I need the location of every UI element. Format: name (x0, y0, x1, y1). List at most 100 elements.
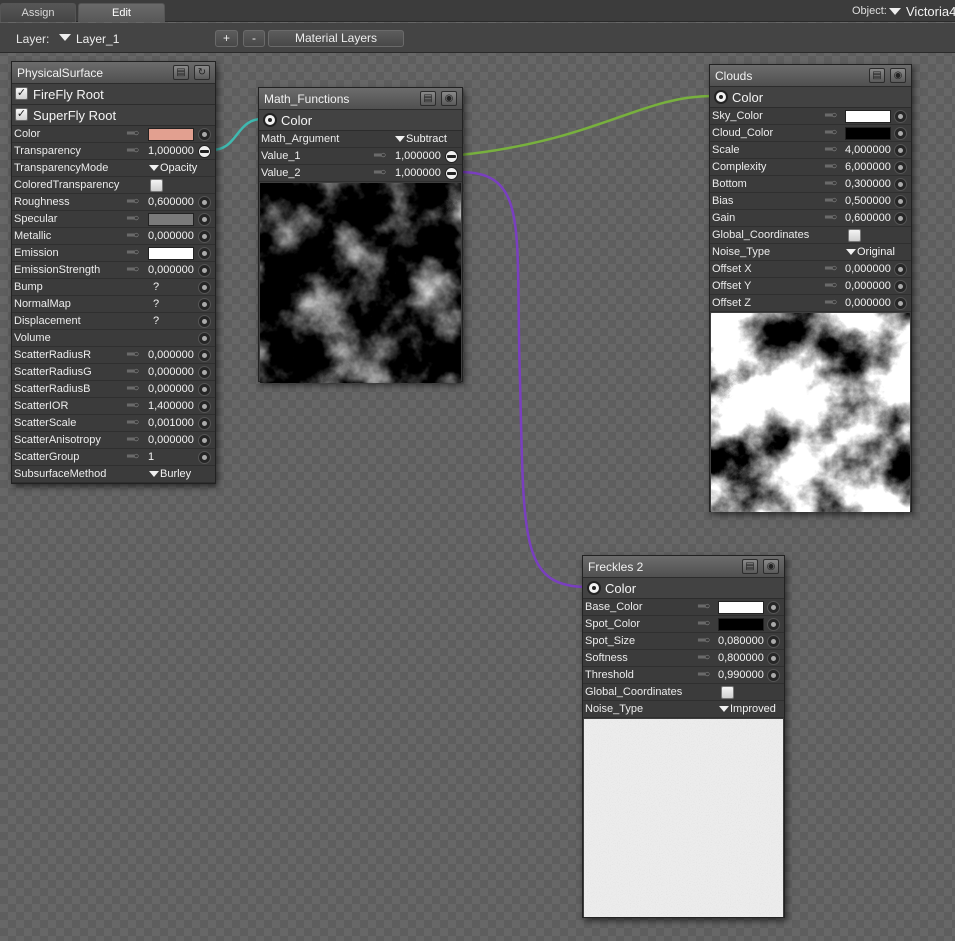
checkbox[interactable] (150, 179, 163, 192)
input-socket-icon[interactable] (894, 144, 907, 157)
node-menu-icon[interactable]: ▤ (869, 68, 885, 83)
node-physical-surface[interactable]: PhysicalSurface ▤ ↻ ✓ FireFly Root ✓ Sup… (11, 61, 216, 484)
node-freckles[interactable]: Freckles 2 ▤ ◉ Color Base_Color ═○ Spot_Co… (582, 555, 785, 918)
param-scale[interactable]: Scale ═○ 4,000000 (710, 142, 911, 159)
output-color[interactable]: Color (583, 578, 784, 599)
input-socket-icon[interactable] (198, 264, 211, 277)
node-menu-icon[interactable]: ▤ (173, 65, 189, 80)
param-value[interactable]: 0,600000 (148, 196, 194, 208)
input-socket-icon[interactable] (198, 213, 211, 226)
param-value[interactable]: 1,000000 (148, 145, 194, 157)
param-value[interactable]: ? (153, 298, 159, 310)
animation-key-icon[interactable]: ═○ (698, 635, 710, 646)
input-socket-icon[interactable] (198, 434, 211, 447)
animation-key-icon[interactable]: ═○ (127, 366, 139, 377)
input-socket-icon[interactable] (198, 230, 211, 243)
connected-input-socket-icon[interactable] (445, 167, 458, 180)
param-base-color[interactable]: Base_Color ═○ (583, 599, 784, 616)
wire-transparency[interactable] (211, 117, 263, 152)
input-socket-icon[interactable] (198, 315, 211, 328)
node-menu-icon[interactable]: ▤ (742, 559, 758, 574)
output-socket-icon[interactable] (714, 90, 728, 104)
tab-assign[interactable]: Assign (0, 3, 76, 22)
param-spot-color[interactable]: Spot_Color ═○ (583, 616, 784, 633)
dropdown-value[interactable]: Original (857, 246, 895, 258)
input-socket-icon[interactable] (198, 451, 211, 464)
animation-key-icon[interactable]: ═○ (127, 128, 139, 139)
animation-key-icon[interactable]: ═○ (374, 150, 386, 161)
input-socket-icon[interactable] (767, 635, 780, 648)
param-scattergroup[interactable]: ScatterGroup ═○ 1 (12, 449, 215, 466)
param-offset-x[interactable]: Offset X ═○ 0,000000 (710, 261, 911, 278)
animation-key-icon[interactable]: ═○ (127, 230, 139, 241)
input-socket-icon[interactable] (198, 247, 211, 260)
layer-selector[interactable]: Layer_1 (76, 32, 119, 46)
output-socket-icon[interactable] (263, 113, 277, 127)
animation-key-icon[interactable]: ═○ (127, 264, 139, 275)
dropdown-value[interactable]: Opacity (160, 162, 197, 174)
param-transparencymode[interactable]: TransparencyMode Opacity (12, 160, 215, 177)
input-socket-icon[interactable] (894, 127, 907, 140)
color-swatch[interactable] (845, 110, 891, 123)
param-value[interactable]: 0,000000 (148, 383, 194, 395)
param-bias[interactable]: Bias ═○ 0,500000 (710, 193, 911, 210)
color-swatch[interactable] (845, 127, 891, 140)
param-value[interactable]: 0,990000 (718, 669, 764, 681)
animation-key-icon[interactable]: ═○ (698, 669, 710, 680)
color-swatch[interactable] (148, 213, 194, 226)
animation-key-icon[interactable]: ═○ (127, 247, 139, 258)
param-value[interactable]: 0,000000 (148, 366, 194, 378)
input-socket-icon[interactable] (894, 297, 907, 310)
param-emissionstrength[interactable]: EmissionStrength ═○ 0,000000 (12, 262, 215, 279)
connected-input-socket-icon[interactable] (198, 145, 211, 158)
param-color[interactable]: Color ═○ (12, 126, 215, 143)
eye-icon[interactable]: ◉ (441, 91, 457, 106)
input-socket-icon[interactable] (894, 178, 907, 191)
param-value-1[interactable]: Value_1 ═○ 1,000000 (259, 148, 462, 165)
connected-input-socket-icon[interactable] (445, 150, 458, 163)
param-value[interactable]: 0,000000 (148, 434, 194, 446)
animation-key-icon[interactable]: ═○ (825, 178, 837, 189)
param-scatterior[interactable]: ScatterIOR ═○ 1,400000 (12, 398, 215, 415)
param-noise-type[interactable]: Noise_Type Original (710, 244, 911, 261)
animation-key-icon[interactable]: ═○ (698, 618, 710, 629)
node-header[interactable]: Math_Functions ▤ ◉ (259, 88, 462, 110)
param-softness[interactable]: Softness ═○ 0,800000 (583, 650, 784, 667)
param-scatteranisotropy[interactable]: ScatterAnisotropy ═○ 0,000000 (12, 432, 215, 449)
param-bottom[interactable]: Bottom ═○ 0,300000 (710, 176, 911, 193)
param-transparency[interactable]: Transparency ═○ 1,000000 (12, 143, 215, 160)
param-value[interactable]: 0,001000 (148, 417, 194, 429)
param-normalmap[interactable]: NormalMap? (12, 296, 215, 313)
param-gain[interactable]: Gain ═○ 0,600000 (710, 210, 911, 227)
dropdown-arrow-icon[interactable] (149, 471, 159, 477)
input-socket-icon[interactable] (198, 128, 211, 141)
color-swatch[interactable] (148, 247, 194, 260)
param-offset-y[interactable]: Offset Y ═○ 0,000000 (710, 278, 911, 295)
input-socket-icon[interactable] (198, 417, 211, 430)
wire-value-1[interactable] (459, 94, 714, 157)
param-value[interactable]: ? (153, 281, 159, 293)
param-math-argument[interactable]: Math_Argument Subtract (259, 131, 462, 148)
param-roughness[interactable]: Roughness ═○ 0,600000 (12, 194, 215, 211)
param-value[interactable]: 0,000000 (845, 280, 891, 292)
dropdown-arrow-icon[interactable] (395, 136, 405, 142)
param-value-2[interactable]: Value_2 ═○ 1,000000 (259, 165, 462, 182)
input-socket-icon[interactable] (198, 349, 211, 362)
animation-key-icon[interactable]: ═○ (825, 110, 837, 121)
input-socket-icon[interactable] (198, 400, 211, 413)
animation-key-icon[interactable]: ═○ (127, 349, 139, 360)
param-noise-type[interactable]: Noise_Type Improved (583, 701, 784, 718)
color-swatch[interactable] (148, 128, 194, 141)
animation-key-icon[interactable]: ═○ (825, 297, 837, 308)
animation-key-icon[interactable]: ═○ (825, 280, 837, 291)
add-layer-button[interactable]: + (215, 30, 238, 47)
object-selector[interactable]: Victoria4 (906, 4, 955, 19)
root-superfly[interactable]: ✓ SuperFly Root (12, 105, 215, 126)
layer-dropdown-icon[interactable] (59, 34, 71, 41)
param-value[interactable]: 4,000000 (845, 144, 891, 156)
remove-layer-button[interactable]: - (243, 30, 265, 47)
checkbox[interactable] (721, 686, 734, 699)
input-socket-icon[interactable] (198, 383, 211, 396)
animation-key-icon[interactable]: ═○ (374, 167, 386, 178)
animation-key-icon[interactable]: ═○ (825, 263, 837, 274)
